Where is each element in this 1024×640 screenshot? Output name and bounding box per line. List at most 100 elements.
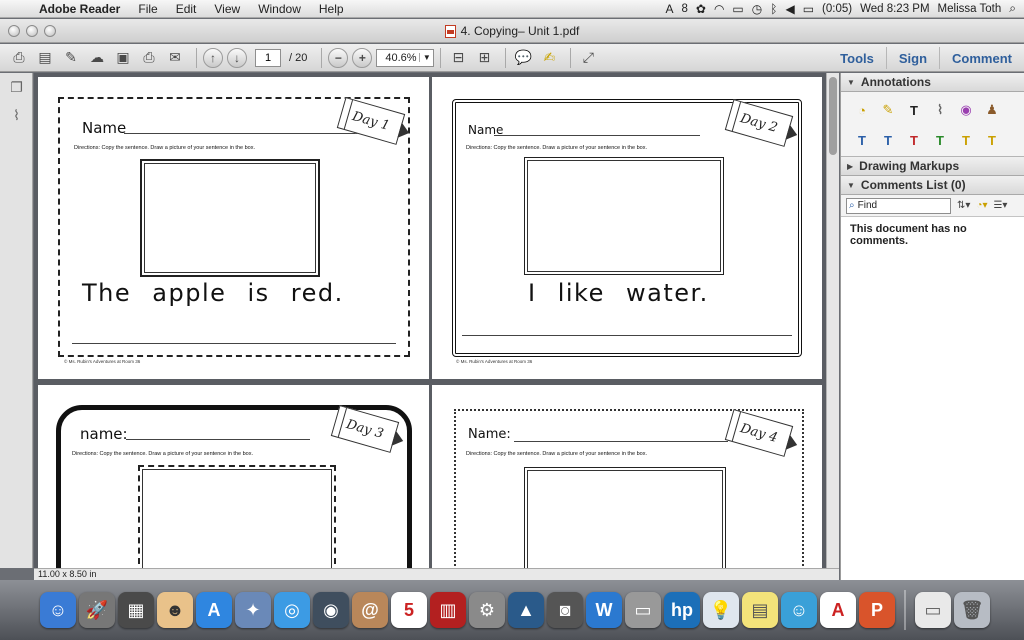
volume-icon[interactable]: ◀ bbox=[785, 2, 794, 16]
photo-slideshow-icon[interactable]: ▥ bbox=[430, 592, 466, 628]
document-view[interactable]: Name Day 1 Directions: Copy the sentence… bbox=[34, 73, 826, 568]
replace-text-tool-icon[interactable]: T bbox=[877, 130, 899, 150]
vertical-scrollbar[interactable] bbox=[826, 73, 839, 568]
messenger-icon[interactable]: ☺ bbox=[781, 592, 817, 628]
annotations-header[interactable]: ▼ Annotations bbox=[841, 73, 1024, 92]
zoom-in-button[interactable]: + bbox=[352, 47, 373, 68]
scanner-icon[interactable]: ▭ bbox=[625, 592, 661, 628]
attachments-icon[interactable]: ⌇ bbox=[0, 101, 33, 129]
trash-icon[interactable]: 🗑 bbox=[954, 592, 990, 628]
comment-link[interactable]: Comment bbox=[939, 47, 1024, 69]
hp-utility-icon[interactable]: hp bbox=[664, 592, 700, 628]
insert-text-tool-icon[interactable]: T bbox=[851, 130, 873, 150]
worksheet-page-1: Name Day 1 Directions: Copy the sentence… bbox=[38, 77, 429, 379]
sticky-note-tool-icon[interactable]: ◔ bbox=[851, 100, 873, 120]
iphoto-icon[interactable]: ▲ bbox=[508, 592, 544, 628]
create-pdf-icon[interactable]: ⎙ bbox=[8, 47, 30, 69]
sync-icon[interactable]: ✿ bbox=[696, 2, 706, 16]
menu-edit[interactable]: Edit bbox=[167, 2, 206, 16]
directions-text: Directions: Copy the sentence. Draw a pi… bbox=[72, 451, 253, 457]
cloud-upload-icon[interactable]: ☁ bbox=[86, 47, 108, 69]
page-number-input[interactable] bbox=[255, 48, 281, 67]
stickies-icon[interactable]: ▤ bbox=[742, 592, 778, 628]
close-window-button[interactable] bbox=[8, 25, 20, 37]
minimize-window-button[interactable] bbox=[26, 25, 38, 37]
sticky-note-icon[interactable]: 💬 bbox=[512, 47, 534, 69]
time-machine-icon[interactable]: ◷ bbox=[752, 2, 762, 16]
tools-link[interactable]: Tools bbox=[828, 47, 886, 69]
full-screen-icon[interactable]: ⤢ bbox=[577, 47, 599, 69]
page-thumbnails-icon[interactable]: ❐ bbox=[0, 73, 33, 101]
highlight-tool-icon[interactable]: ✎ bbox=[877, 100, 899, 120]
display-icon[interactable]: ▭ bbox=[732, 2, 743, 16]
record-audio-tool-icon[interactable]: ◉ bbox=[955, 100, 977, 120]
finder-icon[interactable]: ☺ bbox=[40, 592, 76, 628]
chevron-down-icon: ▼ bbox=[847, 77, 855, 87]
menu-help[interactable]: Help bbox=[310, 2, 353, 16]
zoom-level-select[interactable]: 40.6% ▼ bbox=[376, 48, 435, 67]
zoom-out-button[interactable]: − bbox=[328, 47, 349, 68]
attach-file-tool-icon[interactable]: ⌇ bbox=[929, 100, 951, 120]
zoom-window-button[interactable] bbox=[44, 25, 56, 37]
edit-pdf-icon[interactable]: ✎ bbox=[60, 47, 82, 69]
strikethrough-tool-icon[interactable]: T bbox=[903, 130, 925, 150]
next-page-button[interactable]: ↓ bbox=[227, 47, 247, 68]
save-icon[interactable]: ▣ bbox=[112, 47, 134, 69]
print-icon[interactable]: ⎙ bbox=[138, 47, 160, 69]
previous-page-button[interactable]: ↑ bbox=[203, 47, 223, 68]
menu-view[interactable]: View bbox=[205, 2, 249, 16]
drawing-markups-header[interactable]: ▶ Drawing Markups bbox=[841, 157, 1024, 176]
system-preferences-icon[interactable]: ⚙ bbox=[469, 592, 505, 628]
underline-tool-icon[interactable]: T bbox=[929, 130, 951, 150]
drawing-box bbox=[140, 159, 320, 277]
bluetooth-icon[interactable]: ᛒ bbox=[770, 2, 777, 16]
preview-icon[interactable]: ✦ bbox=[235, 592, 271, 628]
menu-file[interactable]: File bbox=[129, 2, 166, 16]
export-pdf-icon[interactable]: ▤ bbox=[34, 47, 56, 69]
name-line bbox=[126, 439, 310, 440]
stamp-tool-icon[interactable]: ♟ bbox=[981, 100, 1003, 120]
menu-app-name[interactable]: Adobe Reader bbox=[30, 2, 129, 16]
name-label: name: bbox=[80, 425, 128, 443]
facetime-icon[interactable]: ◉ bbox=[313, 592, 349, 628]
safari-icon[interactable]: ◎ bbox=[274, 592, 310, 628]
sort-icon[interactable]: ⇅▾ bbox=[957, 200, 970, 211]
tips-lightbulb-icon[interactable]: 💡 bbox=[703, 592, 739, 628]
wifi-icon[interactable]: ◠ bbox=[714, 2, 724, 16]
comments-list-header[interactable]: ▼ Comments List (0) bbox=[841, 176, 1024, 195]
image-capture-icon[interactable]: ◙ bbox=[547, 592, 583, 628]
sign-link[interactable]: Sign bbox=[885, 47, 939, 69]
fit-page-icon[interactable]: ⊞ bbox=[473, 47, 495, 69]
launchpad-icon[interactable]: 🚀 bbox=[79, 592, 115, 628]
scrollbar-thumb[interactable] bbox=[829, 77, 837, 155]
text-comment-tool-icon[interactable]: T bbox=[955, 130, 977, 150]
add-text-tool-icon[interactable]: T bbox=[903, 100, 925, 120]
scrolling-mode-icon[interactable]: ⊟ bbox=[447, 47, 469, 69]
filter-comments-icon[interactable]: ◔▾ bbox=[976, 200, 987, 211]
powerpoint-icon[interactable]: P bbox=[859, 592, 895, 628]
annotation-tools: ◔ ✎ T ⌇ ◉ ♟ T T T T T T bbox=[841, 92, 1024, 157]
calendar-icon[interactable]: 5 bbox=[391, 592, 427, 628]
photo-booth-icon[interactable]: ☻ bbox=[157, 592, 193, 628]
menu-window[interactable]: Window bbox=[249, 2, 310, 16]
email-icon[interactable]: ✉ bbox=[164, 47, 186, 69]
highlight-text-icon[interactable]: ✍ bbox=[538, 47, 560, 69]
word-icon[interactable]: W bbox=[586, 592, 622, 628]
spotlight-search-icon[interactable]: ⌕ bbox=[1009, 1, 1016, 16]
status-bar: 11.00 x 8.50 in bbox=[34, 568, 839, 580]
chevron-down-icon[interactable]: ▼ bbox=[419, 53, 433, 62]
copy-line bbox=[72, 343, 396, 344]
mission-control-icon[interactable]: ▦ bbox=[118, 592, 154, 628]
options-menu-icon[interactable]: ☰▾ bbox=[993, 200, 1007, 211]
app-store-icon[interactable]: A bbox=[196, 592, 232, 628]
text-star-tool-icon[interactable]: T bbox=[981, 130, 1003, 150]
menu-user[interactable]: Melissa Toth bbox=[938, 3, 1002, 15]
battery-icon[interactable]: ▭ bbox=[803, 2, 814, 16]
adobe-status-icon[interactable]: A bbox=[665, 2, 673, 16]
menu-clock[interactable]: Wed 8:23 PM bbox=[860, 3, 929, 15]
find-comments-input[interactable]: ⌕ Find bbox=[846, 197, 951, 214]
minimized-window-icon[interactable]: ▭ bbox=[915, 592, 951, 628]
no-comments-message: This document has no comments. bbox=[850, 223, 967, 247]
adobe-reader-icon[interactable]: A bbox=[820, 592, 856, 628]
address-book-icon[interactable]: @ bbox=[352, 592, 388, 628]
